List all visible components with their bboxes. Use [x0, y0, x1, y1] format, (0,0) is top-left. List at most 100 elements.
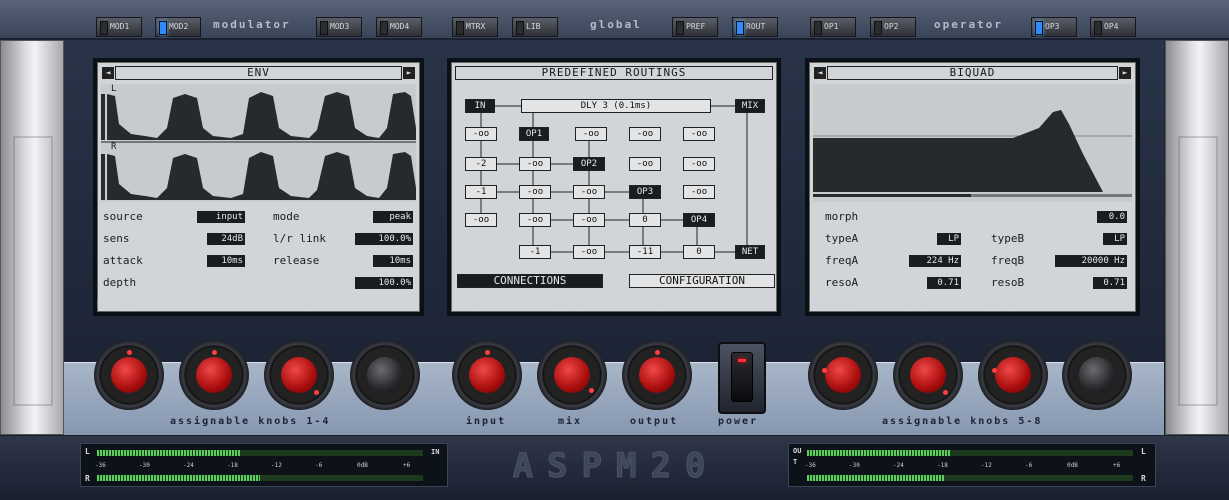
freqA-value[interactable]: 224 Hz [909, 255, 961, 267]
power-switch[interactable] [718, 342, 766, 414]
routing-cell[interactable]: -1 [465, 185, 497, 199]
output-scale-tick: -30 [849, 462, 860, 469]
op1-node[interactable]: OP1 [519, 127, 549, 141]
input-meter-side-label: IN [431, 448, 440, 456]
assignable-knob-1[interactable] [94, 340, 164, 410]
morph-value[interactable]: 0.0 [1097, 211, 1127, 223]
output-scale-tick: -24 [893, 462, 904, 469]
plugin-window: MOD1 MOD2 modulator MOD3 MOD4 MTRX LIB g… [0, 0, 1229, 500]
mix-value-label: 100.0 [550, 298, 584, 311]
mode-value[interactable]: peak [373, 211, 413, 223]
routing-in-node[interactable]: IN [465, 99, 495, 113]
assignable-knob-8[interactable] [1062, 340, 1132, 410]
op2-node[interactable]: OP2 [573, 157, 605, 171]
output-meter-r: R [1141, 474, 1146, 483]
source-value[interactable]: input [197, 211, 245, 223]
assignable-knob-7[interactable] [978, 340, 1048, 410]
routing-cell[interactable]: -2 [465, 157, 497, 171]
resoB-label: resoB [991, 276, 1025, 289]
routing-cell[interactable]: -oo [573, 213, 605, 227]
freqB-value[interactable]: 20000 Hz [1055, 255, 1127, 267]
routing-cell[interactable]: 0 [683, 245, 715, 259]
assignable-knobs-1-4-label: assignable knobs 1-4 [170, 416, 331, 427]
side-logo-right [1178, 136, 1218, 406]
op3-button[interactable]: OP3 [1031, 17, 1077, 37]
resoB-value[interactable]: 0.71 [1093, 277, 1127, 289]
op1-button[interactable]: OP1 [810, 17, 856, 37]
env-next-arrow[interactable]: ► [403, 67, 415, 79]
assignable-knob-4[interactable] [350, 340, 420, 410]
pref-button[interactable]: PREF [672, 17, 718, 37]
op4-button[interactable]: OP4 [1090, 17, 1136, 37]
configuration-button[interactable]: CONFIGURATION [629, 274, 775, 288]
mod2-button[interactable]: MOD2 [155, 17, 201, 37]
mod4-button[interactable]: MOD4 [376, 17, 422, 37]
source-label: source [103, 210, 143, 223]
biquad-next-arrow[interactable]: ► [1119, 67, 1131, 79]
mix-knob[interactable] [537, 340, 607, 410]
sens-value[interactable]: 24dB [207, 233, 245, 245]
routing-delay-node[interactable]: DLY 3 (0.1ms) [521, 99, 711, 113]
typeB-label: typeB [991, 232, 1025, 245]
knob7-assign-label: CUTOFF [983, 298, 1023, 311]
lr-link-value[interactable]: 100.0% [355, 233, 413, 245]
typeA-value[interactable]: LP [937, 233, 961, 245]
input-scale-tick: -12 [271, 462, 282, 469]
input-meter-r-fill [97, 475, 260, 481]
output-knob[interactable] [622, 340, 692, 410]
release-label: release [273, 254, 320, 267]
filter-response-display [813, 84, 1132, 202]
depth-label: depth [103, 276, 137, 289]
op4-node[interactable]: OP4 [683, 213, 715, 227]
env-title: ENV [115, 66, 402, 80]
routing-cell[interactable]: 0 [629, 213, 661, 227]
op3-node[interactable]: OP3 [629, 185, 661, 199]
input-scale-tick: +6 [403, 462, 411, 469]
global-group-label: global [590, 18, 642, 31]
routing-net-node[interactable]: NET [735, 245, 765, 259]
resoA-value[interactable]: 0.71 [927, 277, 961, 289]
assignable-knobs-5-8-label: assignable knobs 5-8 [882, 416, 1043, 427]
assignable-knob-5[interactable] [808, 340, 878, 410]
release-value[interactable]: 10ms [373, 255, 413, 267]
routing-cell[interactable]: -oo [575, 127, 607, 141]
routing-cell[interactable]: -oo [465, 213, 497, 227]
routing-cell[interactable]: -oo [519, 213, 551, 227]
routing-cell[interactable]: -oo [573, 245, 605, 259]
depth-value[interactable]: 100.0% [355, 277, 413, 289]
output-meter-side-label: OUT [793, 447, 802, 466]
routing-cell[interactable]: -oo [573, 185, 605, 199]
typeB-value[interactable]: LP [1103, 233, 1127, 245]
routing-cell[interactable]: -oo [519, 157, 551, 171]
routing-cell[interactable]: -oo [683, 185, 715, 199]
routing-cell[interactable]: -oo [629, 157, 661, 171]
op2-button[interactable]: OP2 [870, 17, 916, 37]
input-scale-tick: -18 [227, 462, 238, 469]
routing-cell[interactable]: -oo [683, 127, 715, 141]
routing-cell[interactable]: -oo [683, 157, 715, 171]
routing-cell[interactable]: -oo [465, 127, 497, 141]
routing-cell[interactable]: -1 [519, 245, 551, 259]
routing-mix-node[interactable]: MIX [735, 99, 765, 113]
assignable-knob-6[interactable] [893, 340, 963, 410]
mod3-button[interactable]: MOD3 [316, 17, 362, 37]
biquad-prev-arrow[interactable]: ◄ [814, 67, 826, 79]
routing-cell[interactable]: -oo [629, 127, 661, 141]
rout-button[interactable]: ROUT [732, 17, 778, 37]
mod1-button[interactable]: MOD1 [96, 17, 142, 37]
input-scale-tick: -30 [139, 462, 150, 469]
lib-button[interactable]: LIB [512, 17, 558, 37]
routing-cell[interactable]: -11 [629, 245, 661, 259]
mtrx-button[interactable]: MTRX [452, 17, 498, 37]
input-meter-l-bar [97, 450, 423, 456]
right-side-panel [1165, 40, 1229, 435]
attack-value[interactable]: 10ms [207, 255, 245, 267]
output-value-label: 0.0 [643, 298, 663, 311]
input-knob[interactable] [452, 340, 522, 410]
assignable-knob-2[interactable] [179, 340, 249, 410]
modulator-group-label: modulator [213, 18, 291, 31]
env-prev-arrow[interactable]: ◄ [102, 67, 114, 79]
connections-button[interactable]: CONNECTIONS [457, 274, 603, 288]
assignable-knob-3[interactable] [264, 340, 334, 410]
routing-cell[interactable]: -oo [519, 185, 551, 199]
